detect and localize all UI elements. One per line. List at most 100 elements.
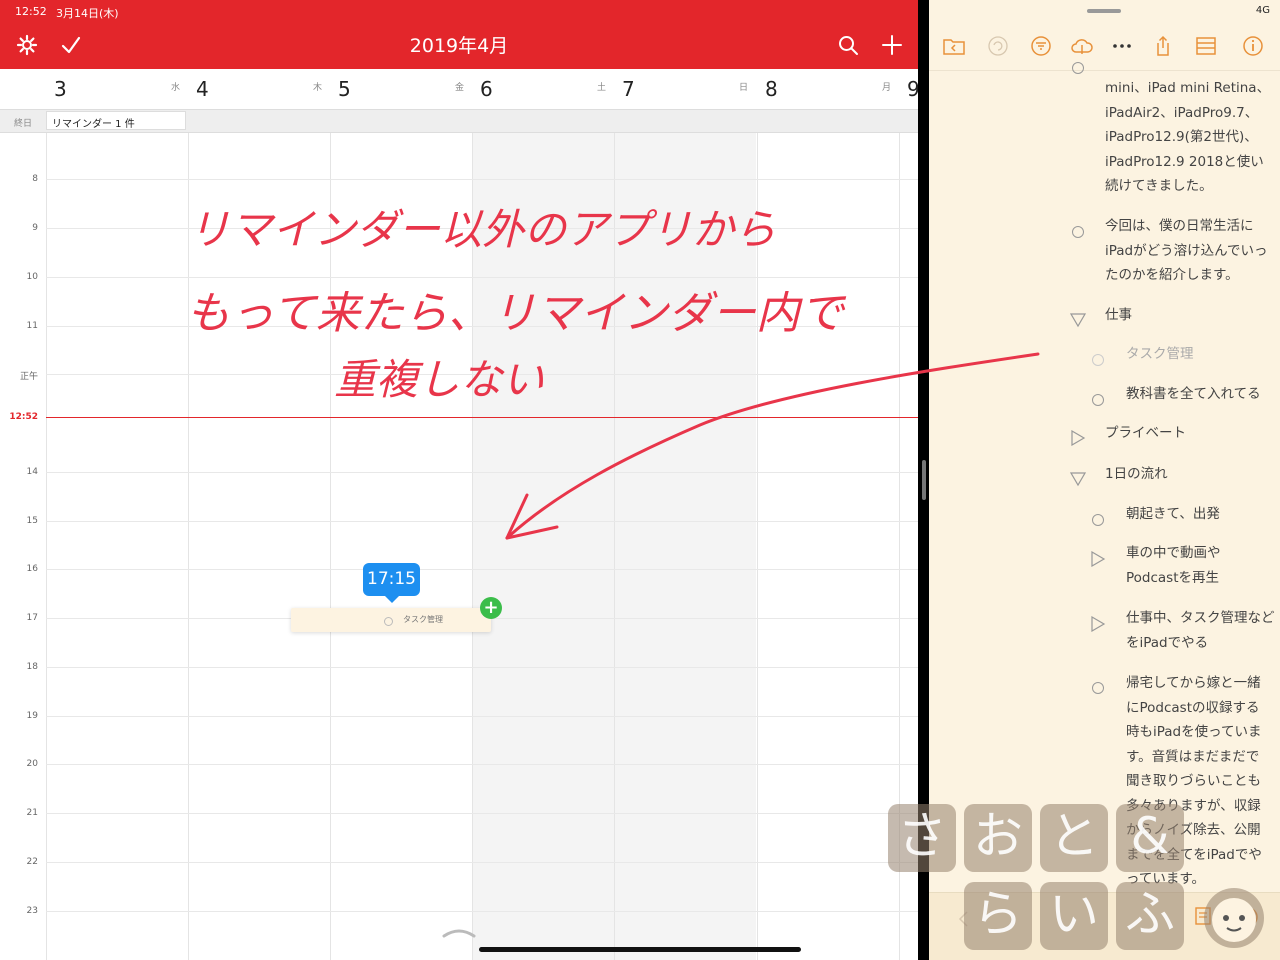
outline-item[interactable]: 車の中で動画やPodcastを再生 xyxy=(1126,541,1241,590)
day-number: 4 xyxy=(196,77,209,101)
status-network: 4G xyxy=(1255,5,1270,16)
day-column-header[interactable]: 6 土 xyxy=(472,69,614,109)
collapsed-triangle-icon[interactable] xyxy=(1070,430,1086,446)
calendar-title[interactable]: 2019年4月 xyxy=(0,31,918,58)
column-divider xyxy=(614,133,615,960)
day-column-header[interactable]: 4 木 xyxy=(188,69,330,109)
info-icon[interactable] xyxy=(1241,34,1265,58)
column-divider xyxy=(188,133,189,960)
outline-bullet-icon[interactable] xyxy=(1092,394,1104,406)
outline-section-heading[interactable]: 仕事 xyxy=(1105,303,1132,328)
collapsed-triangle-icon[interactable] xyxy=(1090,551,1106,567)
chevron-up-grabber-icon[interactable] xyxy=(442,928,476,938)
hour-line xyxy=(46,228,918,229)
time-grid[interactable]: 8 9 10 11 正午 14 15 16 17 18 19 20 21 22 … xyxy=(0,133,918,960)
reminder-circle-icon xyxy=(384,617,393,626)
day-weekday: 土 xyxy=(596,83,606,93)
hour-line xyxy=(46,521,918,522)
home-indicator[interactable] xyxy=(479,947,801,952)
outline-item[interactable]: 教科書を全て入れてる xyxy=(1126,382,1261,407)
dragged-reminder-item[interactable]: タスク管理 xyxy=(291,608,491,632)
hour-line xyxy=(46,179,918,180)
all-day-label: 終日 xyxy=(14,119,33,129)
outline-section-heading[interactable]: プライベート xyxy=(1105,421,1186,446)
day-column-header[interactable]: 7 日 xyxy=(614,69,756,109)
day-weekday: 月 xyxy=(881,83,891,93)
hour-label: 16 xyxy=(26,564,38,574)
outline-item[interactable]: mini、iPad mini Retina、iPadAir2、iPadPro9.… xyxy=(1105,76,1273,199)
mascot-face-icon xyxy=(1204,888,1264,948)
outline-item[interactable]: 朝起きて、出発 xyxy=(1126,502,1220,527)
cloud-sync-icon[interactable] xyxy=(1070,34,1094,58)
hour-label: 9 xyxy=(32,223,38,233)
hour-line xyxy=(46,716,918,717)
column-divider xyxy=(757,133,758,960)
hour-line xyxy=(46,911,918,912)
hour-label: 20 xyxy=(26,759,38,769)
expanded-triangle-icon[interactable] xyxy=(1070,471,1086,487)
outline-bullet-icon[interactable] xyxy=(1072,226,1084,238)
list-view-icon[interactable] xyxy=(1194,34,1218,58)
status-date: 3月14日(木) xyxy=(56,7,119,20)
folder-back-icon[interactable] xyxy=(942,34,966,58)
day-column-header[interactable]: 9 xyxy=(899,69,918,109)
day-column-header[interactable]: 8 月 xyxy=(757,69,899,109)
watermark-char: ら xyxy=(964,882,1032,950)
more-icon[interactable] xyxy=(1110,34,1134,58)
hour-label: 11 xyxy=(26,321,38,331)
hour-line xyxy=(46,472,918,473)
tooltip-tail xyxy=(385,596,399,603)
hour-label: 18 xyxy=(26,662,38,672)
outline-item[interactable]: タスク管理 xyxy=(1126,342,1194,367)
hour-line xyxy=(46,862,918,863)
hour-line xyxy=(46,277,918,278)
checkmark-icon[interactable] xyxy=(60,34,82,56)
current-time-label: 12:52 xyxy=(9,412,38,422)
all-day-reminder-item[interactable]: リマインダー 1 件 xyxy=(46,111,186,130)
gear-icon[interactable] xyxy=(16,34,38,56)
column-divider xyxy=(472,133,473,960)
hour-label: 23 xyxy=(26,906,38,916)
hour-line xyxy=(46,667,918,668)
watermark-char: ふ xyxy=(1116,882,1184,950)
watermark-logo: さ お と & ら い ふ xyxy=(888,800,1280,960)
hour-line xyxy=(46,764,918,765)
share-icon[interactable] xyxy=(1151,34,1175,58)
hour-label: 22 xyxy=(26,857,38,867)
split-view-handle[interactable] xyxy=(922,460,926,500)
filter-icon[interactable] xyxy=(1029,34,1053,58)
day-weekday: 日 xyxy=(738,83,748,93)
outline-bullet-icon[interactable] xyxy=(1072,62,1084,74)
outliner-toolbar: 4G xyxy=(929,0,1280,71)
hour-label: 19 xyxy=(26,711,38,721)
watermark-char: と xyxy=(1040,804,1108,872)
day-weekday: 木 xyxy=(312,83,322,93)
day-weekday: 金 xyxy=(454,83,464,93)
all-day-row: 終日 リマインダー 1 件 xyxy=(0,110,918,133)
hour-label: 10 xyxy=(26,272,38,282)
day-weekday: 水 xyxy=(170,83,180,93)
calendar-app: 12:52 3月14日(木) 2019年4月 3 水 4 木 5 金 6 土 7… xyxy=(0,0,918,960)
collapsed-triangle-icon[interactable] xyxy=(1090,616,1106,632)
outline-bullet-icon[interactable] xyxy=(1092,682,1104,694)
outline-bullet-icon[interactable] xyxy=(1092,354,1104,366)
outline-item[interactable]: 今回は、僕の日常生活にiPadがどう溶け込んでいったのかを紹介します。 xyxy=(1105,214,1277,288)
day-number: 5 xyxy=(338,77,351,101)
add-plus-badge-icon: + xyxy=(480,597,502,619)
outline-section-heading[interactable]: 1日の流れ xyxy=(1105,462,1168,487)
search-icon[interactable] xyxy=(837,34,859,56)
plus-icon[interactable] xyxy=(881,34,903,56)
day-column-header[interactable]: 3 水 xyxy=(46,69,188,109)
outline-item[interactable]: 仕事中、タスク管理などをiPadでやる xyxy=(1126,606,1276,655)
expanded-triangle-icon[interactable] xyxy=(1070,312,1086,328)
outline-bullet-icon[interactable] xyxy=(1092,514,1104,526)
status-time: 12:52 xyxy=(15,5,47,18)
watermark-char: お xyxy=(964,804,1032,872)
drag-time-tooltip: 17:15 xyxy=(363,563,420,596)
window-grabber[interactable] xyxy=(1087,9,1121,13)
undo-icon[interactable] xyxy=(986,34,1010,58)
hour-label: 8 xyxy=(32,174,38,184)
day-number: 7 xyxy=(622,77,635,101)
day-column-header[interactable]: 5 金 xyxy=(330,69,472,109)
day-number: 6 xyxy=(480,77,493,101)
